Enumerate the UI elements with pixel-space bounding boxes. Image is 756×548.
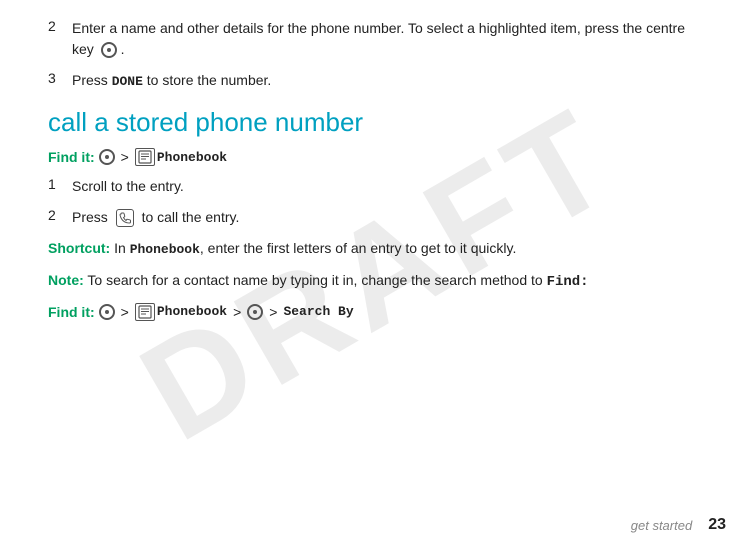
phonebook-icon-wrap-1: Phonebook — [135, 148, 227, 166]
step-2-text: Enter a name and other details for the p… — [72, 18, 708, 60]
num-step-1-text: Scroll to the entry. — [72, 176, 184, 197]
step-number-2: 2 — [48, 18, 62, 60]
done-label: DONE — [112, 74, 143, 89]
find-label: Find: — [547, 274, 589, 290]
centre-key-icon-2 — [99, 149, 115, 165]
phonebook-label-1: Phonebook — [157, 150, 227, 165]
step-3: 3 Press DONE to store the number. — [48, 70, 708, 92]
num-step-number-2: 2 — [48, 207, 62, 228]
find-it-label-1: Find it: — [48, 149, 95, 165]
shortcut-label: Shortcut: — [48, 240, 110, 256]
note-label: Note: — [48, 272, 84, 288]
num-step-1: 1 Scroll to the entry. — [48, 176, 708, 197]
content: 2 Enter a name and other details for the… — [48, 18, 708, 321]
section-heading: call a stored phone number — [48, 106, 708, 139]
phonebook-icon-1 — [135, 148, 155, 166]
shortcut-section: Shortcut: In Phonebook, enter the first … — [48, 238, 708, 260]
page-container: DRAFT 2 Enter a name and other details f… — [0, 0, 756, 548]
step-3-text: Press DONE to store the number. — [72, 70, 271, 92]
note-section: Note: To search for a contact name by ty… — [48, 270, 708, 293]
find-it-line-1: Find it: > Phonebook — [48, 148, 708, 166]
centre-key-icon-3 — [99, 304, 115, 320]
phonebook-label-2: Phonebook — [157, 304, 227, 319]
page-number: 23 — [708, 516, 726, 534]
step-number-3: 3 — [48, 70, 62, 92]
find-it-label-2: Find it: — [48, 304, 95, 320]
centre-key-icon-4 — [247, 304, 263, 320]
num-step-2-text: Press to call the entry. — [72, 207, 239, 228]
search-by-label: Search By — [283, 304, 353, 319]
num-step-2: 2 Press to call the entry. — [48, 207, 708, 228]
phonebook-icon-wrap-2: Phonebook — [135, 303, 227, 321]
step-2: 2 Enter a name and other details for the… — [48, 18, 708, 60]
num-step-number-1: 1 — [48, 176, 62, 197]
find-it-line-2: Find it: > Phonebook > — [48, 303, 708, 321]
get-started-label: get started — [631, 518, 692, 533]
page-footer: get started 23 — [631, 516, 726, 534]
call-icon — [116, 209, 134, 227]
shortcut-phonebook: Phonebook — [130, 242, 200, 257]
phonebook-icon-2 — [135, 303, 155, 321]
centre-key-icon — [101, 42, 117, 58]
